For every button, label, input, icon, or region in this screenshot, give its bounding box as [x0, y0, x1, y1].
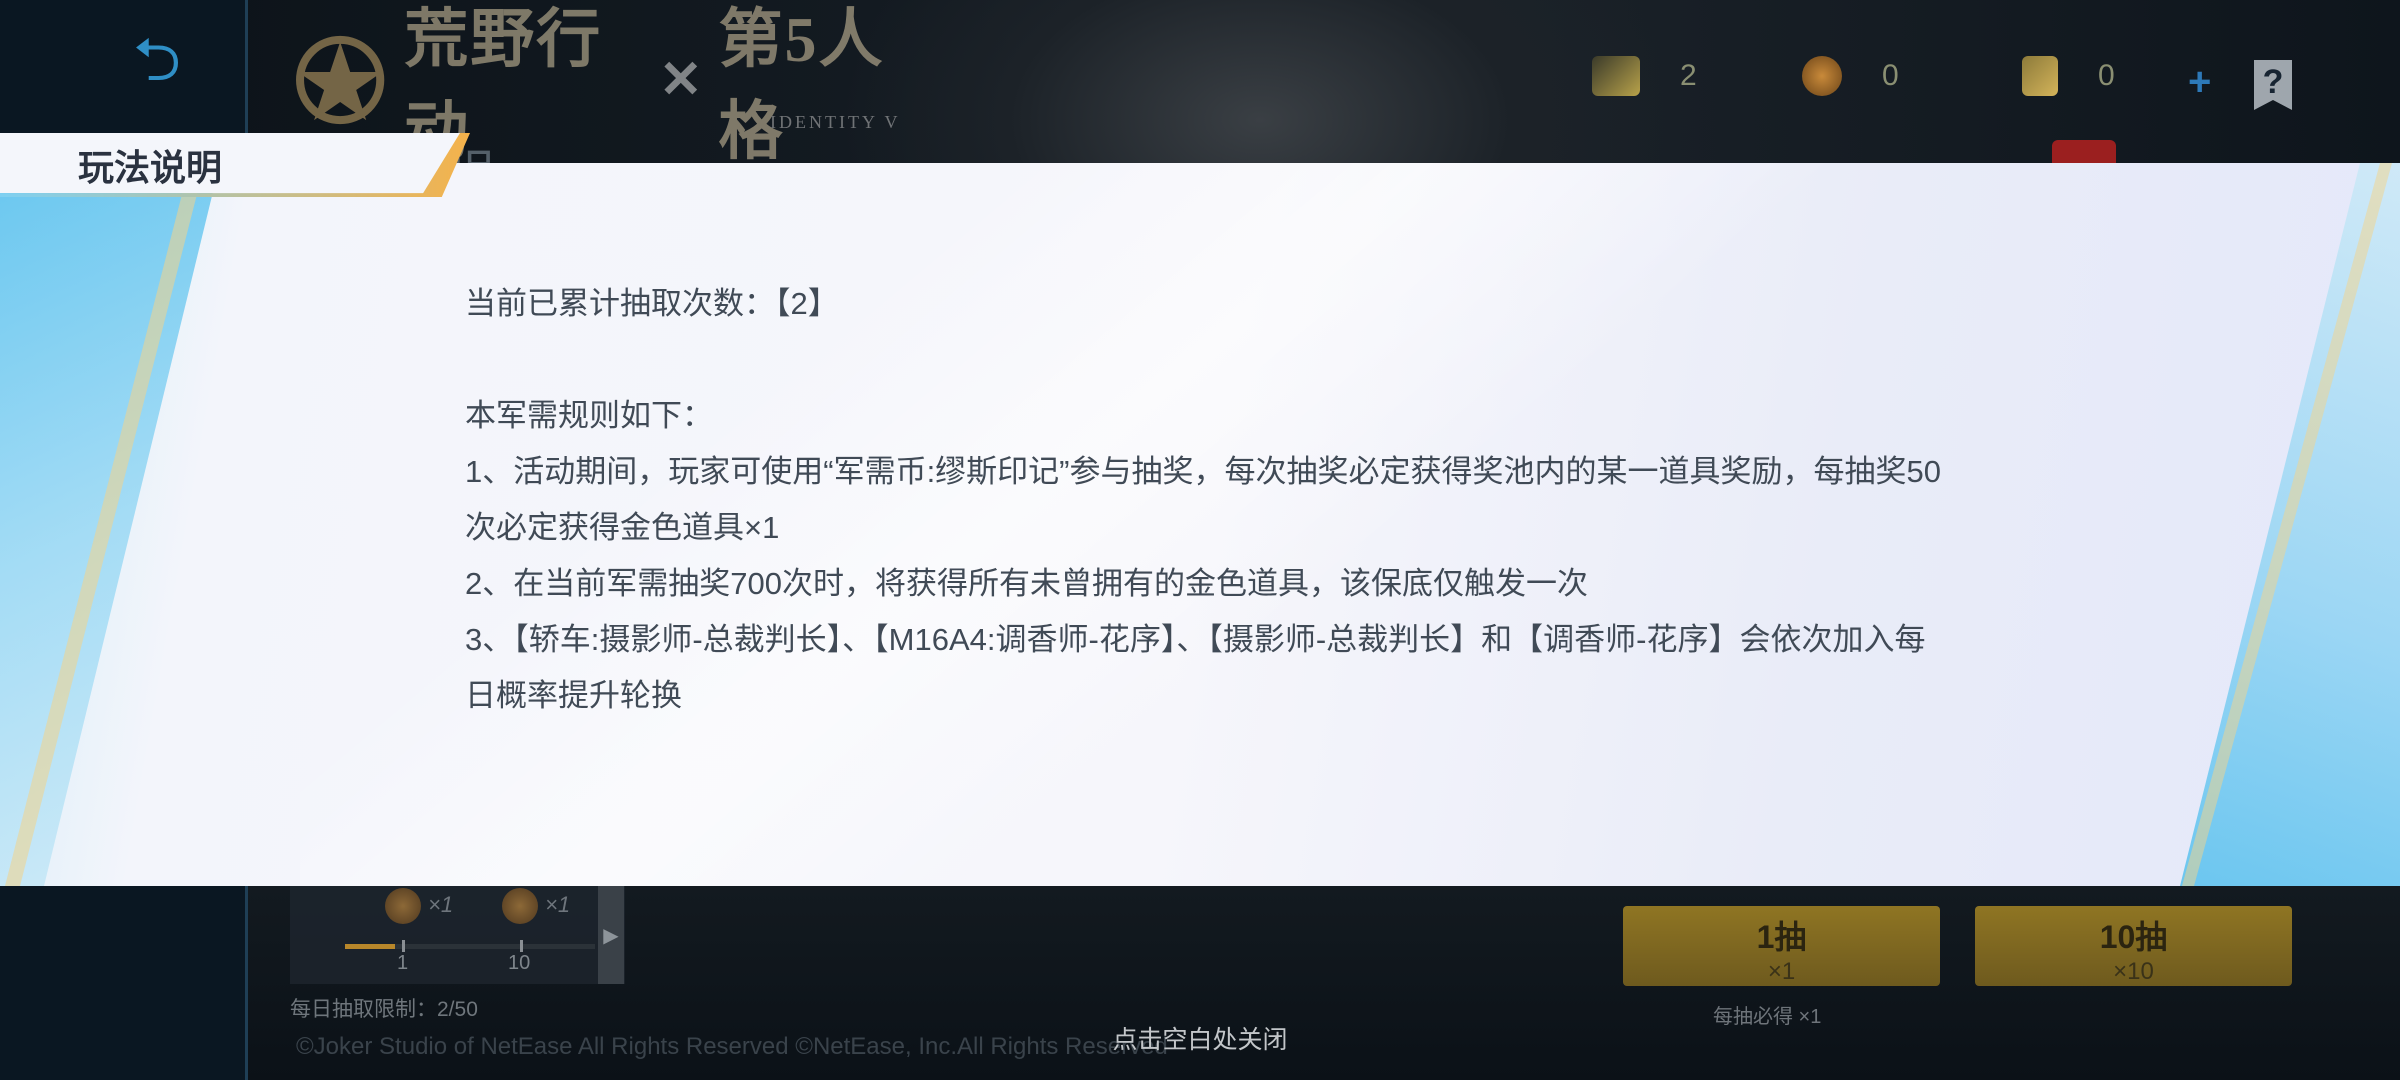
- currency-coin-value: 0: [1882, 59, 1899, 92]
- back-arrow-icon[interactable]: ⮌: [112, 30, 202, 90]
- rules-content: 当前已累计抽取次数：【2】 本军需规则如下： 1、活动期间，玩家可使用“军需币:…: [465, 276, 1955, 724]
- gold-coin-icon: [1802, 56, 1842, 96]
- daily-limit-text: 每日抽取限制：2/50: [290, 998, 478, 1021]
- ticket-icon: [2022, 56, 2058, 96]
- dialog-title-tab: [0, 133, 460, 193]
- slider-min-label: 1: [397, 952, 409, 974]
- slider-tick: [402, 940, 405, 952]
- currency-ticket: 0: [2022, 56, 2158, 96]
- draw-10-label: 10抽: [2099, 919, 2168, 955]
- slider-max-label: 10: [508, 952, 531, 974]
- tap-to-close-hint[interactable]: 点击空白处关闭: [0, 1020, 2400, 1056]
- slider-tick: [520, 940, 523, 952]
- currency-token-value: 2: [1680, 59, 1697, 92]
- currency-coin: 0: [1802, 56, 1942, 96]
- rules-heading: 本军需规则如下：: [465, 398, 713, 433]
- slider-expand-button[interactable]: ▶: [598, 886, 624, 984]
- currency-ticket-value: 0: [2098, 59, 2115, 92]
- rule-1: 1、活动期间，玩家可使用“军需币:缪斯印记”参与抽奖，每次抽奖必定获得奖池内的某…: [465, 454, 1941, 545]
- logo-cross: ✕: [658, 52, 705, 109]
- coin-icon: [502, 888, 538, 924]
- coin-icon: [385, 888, 421, 924]
- draw-count-text: 当前已累计抽取次数：【2】: [465, 286, 839, 321]
- currency-token: 2: [1592, 56, 1740, 96]
- draw-1-button[interactable]: 1抽 ×1: [1623, 906, 1940, 986]
- draw-1-cost: ×1: [1767, 958, 1796, 985]
- rule-3: 3、【轿车:摄影师-总裁判长】、【M16A4:调香师-花序】、【摄影师-总裁判长…: [465, 622, 1926, 713]
- draw-10-button[interactable]: 10抽 ×10: [1975, 906, 2292, 986]
- logo-subtitle: IDENTITY V: [770, 112, 901, 132]
- draw-slider-fill: [345, 944, 395, 949]
- military-token-icon: [1592, 56, 1640, 96]
- draw-count-slider-panel: [290, 886, 625, 984]
- chevron-right-icon: ▶: [603, 924, 619, 947]
- draw-1-label: 1抽: [1756, 919, 1807, 955]
- multiplier-right: ×1: [545, 892, 571, 917]
- star-emblem-icon: [296, 35, 385, 125]
- event-logo: 荒野行动 ✕ 第5人格 IDENTITY V: [290, 4, 930, 167]
- rule-2: 2、在当前军需抽奖700次时，将获得所有未曾拥有的金色道具，该保底仅触发一次: [465, 566, 1588, 601]
- logo-text-right: 第5人格: [718, 4, 885, 167]
- multiplier-left: ×1: [428, 892, 454, 917]
- dialog-title: 玩法说明: [78, 147, 223, 188]
- add-currency-button[interactable]: +: [2188, 60, 2211, 105]
- draw-10-cost: ×10: [2113, 958, 2154, 985]
